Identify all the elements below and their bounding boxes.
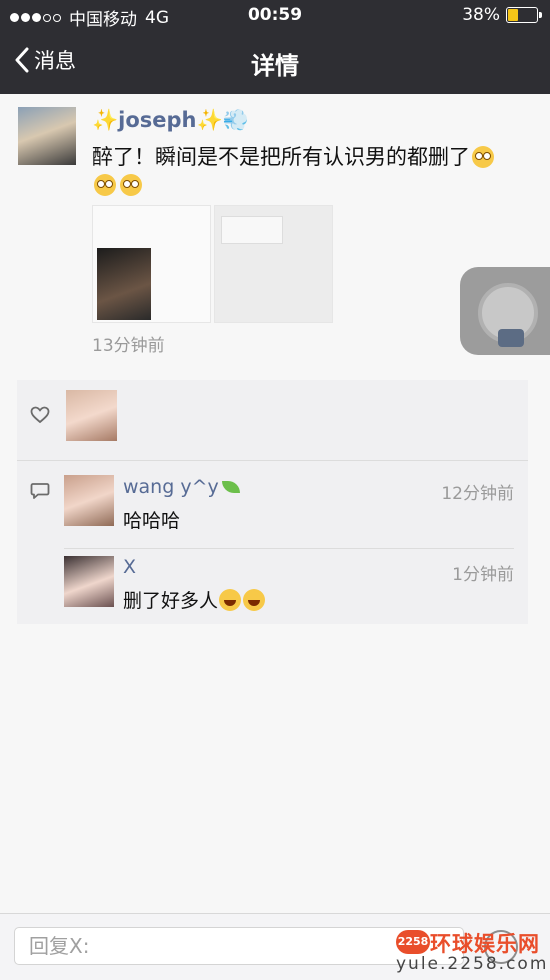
heart-outline-icon xyxy=(30,406,50,424)
comment-divider xyxy=(64,548,514,549)
comment-avatar[interactable] xyxy=(64,556,114,607)
sparkles-icon: ✨ xyxy=(92,108,119,132)
post-timestamp: 13分钟前 xyxy=(92,336,165,356)
watermark-url: yule.2258.com xyxy=(396,954,549,974)
comment-text[interactable]: 哈哈哈 xyxy=(123,506,180,533)
dizzy-face-icon xyxy=(472,146,494,168)
post-text: 醉了！瞬间是不是把所有认识男的都删了 xyxy=(92,143,522,199)
tears-of-joy-icon xyxy=(243,589,266,611)
dash-cloud-icon: 💨 xyxy=(222,108,249,132)
battery-fill xyxy=(508,9,518,21)
panel-divider xyxy=(17,460,528,461)
comment-author[interactable]: X xyxy=(123,556,136,578)
post-author-avatar[interactable] xyxy=(18,107,76,165)
floating-assistive-button[interactable] xyxy=(460,267,550,355)
post-author-label: joseph xyxy=(118,108,197,132)
comment-text[interactable]: 删了好多人 xyxy=(123,586,266,613)
status-right: 38% xyxy=(462,5,542,25)
post-image-1[interactable] xyxy=(92,205,211,323)
nav-bar: 消息 详情 xyxy=(0,30,550,94)
comment-author[interactable]: wang y^y xyxy=(123,476,240,498)
leaf-icon xyxy=(221,481,240,493)
comment-bubble-icon xyxy=(30,483,50,499)
post-text-content: 醉了！瞬间是不是把所有认识男的都删了 xyxy=(92,145,470,169)
watermark-badge: 2258 xyxy=(396,930,430,954)
watermark: 2258 环球娱乐网 yule.2258.com xyxy=(396,930,546,976)
post-author-name[interactable]: ✨joseph✨💨 xyxy=(92,108,249,133)
comment-time: 1分钟前 xyxy=(452,565,514,585)
liker-avatar[interactable] xyxy=(66,390,117,441)
comment-time: 12分钟前 xyxy=(441,484,514,504)
dizzy-face-icon xyxy=(94,174,116,196)
battery-icon xyxy=(506,7,542,23)
sparkles-icon: ✨ xyxy=(196,108,223,132)
comment-author-label: wang y^y xyxy=(123,476,219,498)
tears-of-joy-icon xyxy=(219,589,242,611)
screenshot-dialog xyxy=(221,216,283,244)
screenshot-photo xyxy=(97,248,151,320)
comment-text-content: 删了好多人 xyxy=(123,590,219,612)
battery-percent: 38% xyxy=(462,5,500,25)
status-bar: 中国移动 4G 00:59 38% xyxy=(0,0,550,30)
comment-avatar[interactable] xyxy=(64,475,114,526)
dizzy-face-icon xyxy=(120,174,142,196)
chat-bubble-icon xyxy=(498,329,524,347)
page-title: 详情 xyxy=(251,52,299,80)
post-image-2[interactable] xyxy=(214,205,333,323)
